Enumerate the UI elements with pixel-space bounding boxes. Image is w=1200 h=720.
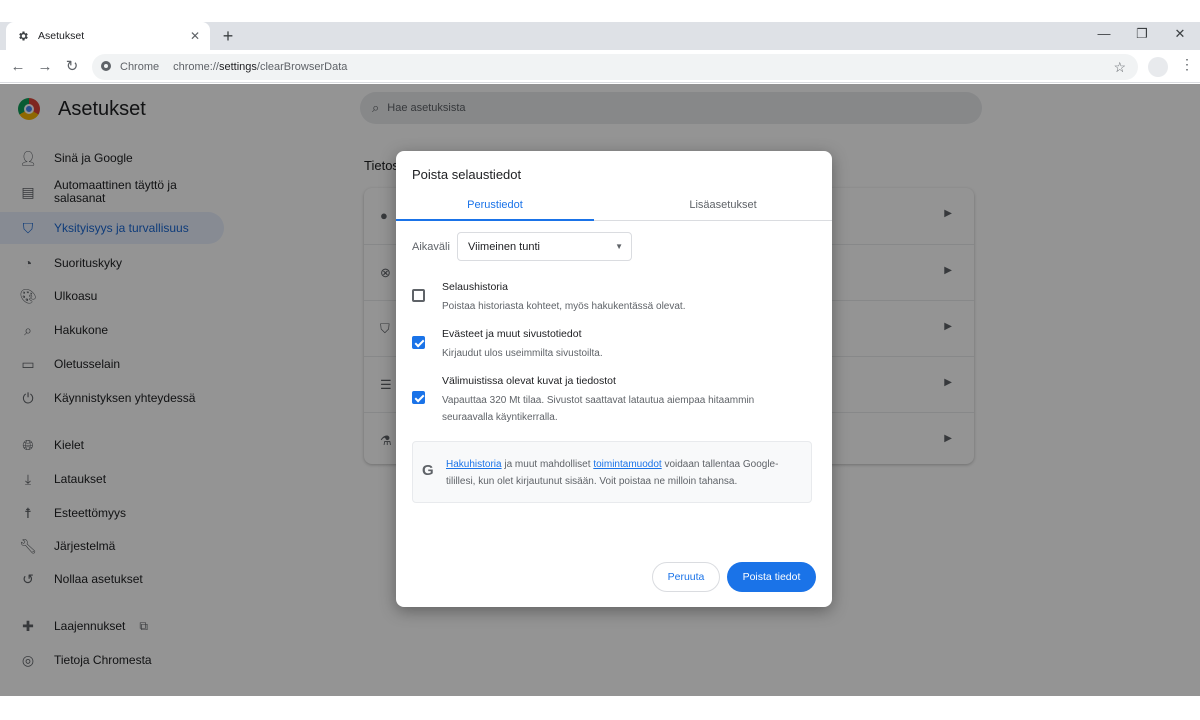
time-range-value: Viimeinen tunti xyxy=(468,241,540,253)
browser-window: Asetukset ✕ + — ❐ ✕ ← → ↻ Chrome chrome:… xyxy=(0,0,1200,720)
option-title: Evästeet ja muut sivustotiedot xyxy=(442,328,582,340)
url-rest: /clearBrowserData xyxy=(256,61,348,73)
option-description: Kirjaudut ulos useimmilta sivustoilta. xyxy=(442,348,603,359)
activity-link[interactable]: toimintamuodot xyxy=(593,459,661,470)
reload-icon[interactable]: ↻ xyxy=(62,57,82,77)
cancel-button[interactable]: Peruuta xyxy=(652,562,720,592)
gear-icon xyxy=(16,29,30,43)
bottom-margin xyxy=(0,696,1200,720)
dialog-title: Poista selaustiedot xyxy=(412,167,522,182)
note-text-mid: ja muut mahdolliset xyxy=(501,459,594,470)
close-window-icon[interactable]: ✕ xyxy=(1170,26,1190,42)
close-tab-icon[interactable]: ✕ xyxy=(190,29,200,43)
tab-advanced[interactable]: Lisäasetukset xyxy=(624,193,822,221)
site-label: Chrome xyxy=(120,61,160,73)
tab-strip: Asetukset ✕ + — ❐ ✕ xyxy=(0,22,1200,50)
option-title: Selaushistoria xyxy=(442,281,508,293)
browsing-history-checkbox[interactable] xyxy=(412,289,425,302)
time-range-select[interactable]: Viimeinen tunti ▼ xyxy=(457,232,632,261)
back-icon[interactable]: ← xyxy=(8,57,28,77)
toolbar: ← → ↻ Chrome chrome://settings/clearBrow… xyxy=(0,50,1200,83)
minimize-icon[interactable]: — xyxy=(1094,26,1114,41)
cookies-checkbox[interactable] xyxy=(412,336,425,349)
url-scheme: chrome:// xyxy=(173,61,219,73)
forward-icon[interactable]: → xyxy=(35,57,55,77)
google-note-text: Hakuhistoria ja muut mahdolliset toimint… xyxy=(446,456,802,490)
option-title: Välimuistissa olevat kuvat ja tiedostot xyxy=(442,375,616,387)
google-g-icon: G xyxy=(422,462,434,479)
url-path: settings xyxy=(218,61,257,73)
restore-icon[interactable]: ❐ xyxy=(1132,26,1152,42)
new-tab-button[interactable]: + xyxy=(218,26,238,46)
tab-settings[interactable]: Asetukset ✕ xyxy=(6,22,210,50)
tab-title: Asetukset xyxy=(38,30,85,42)
cached-files-checkbox[interactable] xyxy=(412,391,425,404)
google-account-note: G Hakuhistoria ja muut mahdolliset toimi… xyxy=(412,441,812,503)
bookmark-star-icon[interactable]: ☆ xyxy=(1113,59,1126,76)
menu-dots-icon[interactable]: ⋮ xyxy=(1180,56,1194,73)
time-range-label: Aikaväli xyxy=(412,241,450,253)
dialog-tabs: Perustiedot Lisäasetukset xyxy=(396,193,832,221)
clear-data-button[interactable]: Poista tiedot xyxy=(727,562,816,592)
chrome-site-icon xyxy=(100,60,112,75)
search-history-link[interactable]: Hakuhistoria xyxy=(446,459,502,470)
tab-basic[interactable]: Perustiedot xyxy=(396,193,594,221)
dropdown-arrow-icon: ▼ xyxy=(615,242,623,251)
clear-browsing-data-dialog: Poista selaustiedot Perustiedot Lisäaset… xyxy=(396,151,832,607)
option-description: Poistaa historiasta kohteet, myös hakuke… xyxy=(442,301,686,312)
profile-avatar[interactable] xyxy=(1148,57,1168,77)
address-bar[interactable]: Chrome chrome://settings/clearBrowserDat… xyxy=(92,54,1138,80)
option-description: Vapauttaa 320 Mt tilaa. Sivustot saattav… xyxy=(442,395,755,423)
